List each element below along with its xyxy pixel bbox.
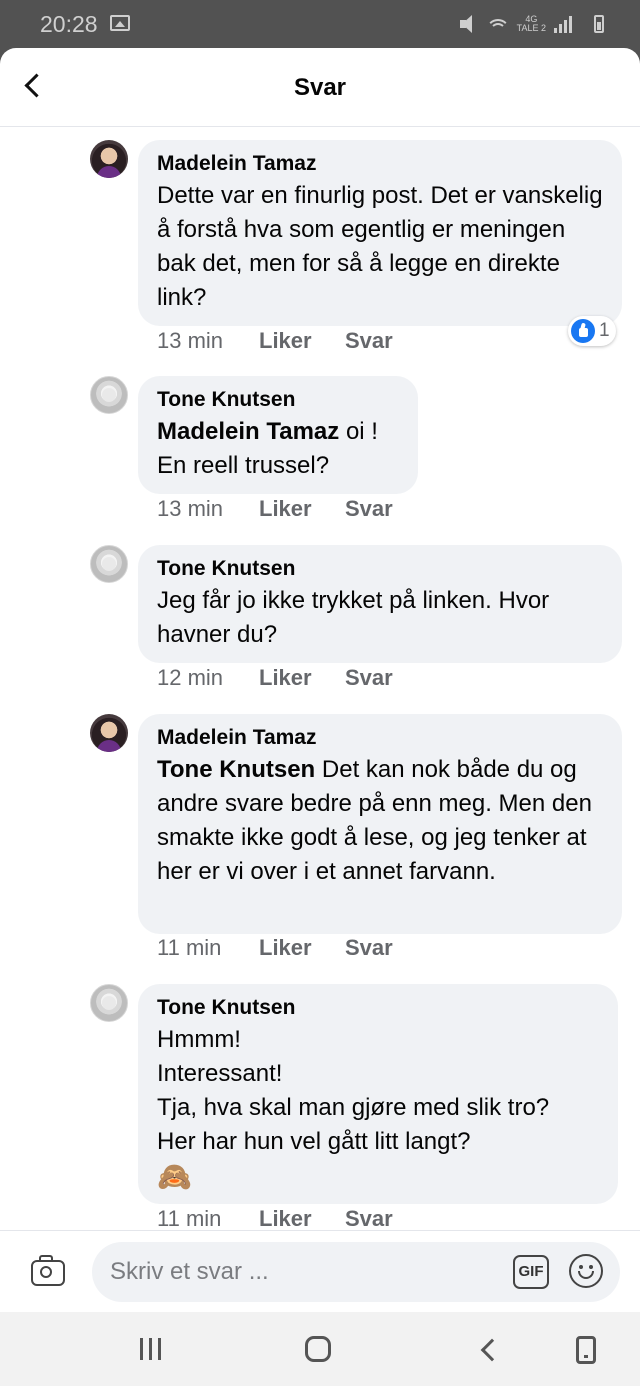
comment-text: Hmmm! Interessant! Tja, hva skal man gjø… bbox=[157, 1026, 550, 1155]
comment-text: Madelein Tamaz oi ! En reell trussel? bbox=[157, 415, 400, 483]
gallery-icon bbox=[110, 15, 130, 31]
see-no-evil-monkey-icon: 🙈 bbox=[157, 1161, 192, 1192]
comment-bubble[interactable]: Madelein Tamaz Tone Knutsen Det kan nok … bbox=[138, 714, 622, 934]
like-button[interactable]: Liker bbox=[259, 1206, 345, 1232]
reply-input[interactable]: Skriv et svar ... GIF bbox=[92, 1242, 620, 1302]
comment-actions: 13 min Liker Svar bbox=[157, 328, 393, 354]
camera-button[interactable] bbox=[30, 1250, 70, 1290]
like-button[interactable]: Liker bbox=[259, 496, 345, 522]
comment-bubble[interactable]: Tone Knutsen Jeg får jo ikke trykket på … bbox=[138, 545, 622, 663]
like-button[interactable]: Liker bbox=[259, 328, 345, 354]
comment-bubble[interactable]: Tone Knutsen Hmmm! Interessant! Tja, hva… bbox=[138, 984, 618, 1204]
comment-author[interactable]: Tone Knutsen bbox=[157, 996, 600, 1020]
avatar[interactable] bbox=[90, 714, 128, 752]
comment-author[interactable]: Tone Knutsen bbox=[157, 388, 400, 412]
comment-text: Jeg får jo ikke trykket på linken. Hvor … bbox=[157, 587, 550, 648]
comment-actions: 12 min Liker Svar bbox=[157, 665, 393, 691]
comment-text: Tone Knutsen Det kan nok både du og andr… bbox=[157, 753, 604, 889]
gif-button[interactable]: GIF bbox=[513, 1255, 549, 1289]
mute-icon bbox=[459, 15, 479, 33]
comment-mention[interactable]: Tone Knutsen bbox=[157, 756, 315, 783]
comment-time: 11 min bbox=[157, 1206, 222, 1231]
carrier-label: TALE 2 bbox=[516, 23, 546, 33]
comment-mention[interactable]: Madelein Tamaz bbox=[157, 418, 339, 445]
avatar[interactable] bbox=[90, 140, 128, 178]
emoji-button[interactable] bbox=[569, 1254, 603, 1288]
comment-author[interactable]: Madelein Tamaz bbox=[157, 152, 604, 176]
comment-text: Dette var en finurlig post. Det er vansk… bbox=[157, 182, 603, 311]
status-time: 20:28 bbox=[40, 11, 98, 37]
recents-button[interactable] bbox=[140, 1338, 164, 1360]
battery-icon bbox=[594, 15, 604, 33]
avatar[interactable] bbox=[90, 545, 128, 583]
comment-actions: 11 min Liker Svar bbox=[157, 935, 393, 961]
status-icons: 4G TALE 2 bbox=[459, 12, 604, 36]
comment-author[interactable]: Tone Knutsen bbox=[157, 557, 604, 581]
reply-button[interactable]: Svar bbox=[345, 328, 393, 354]
comment-actions: 11 min Liker Svar bbox=[157, 1206, 393, 1232]
header: Svar bbox=[0, 48, 640, 127]
avatar[interactable] bbox=[90, 376, 128, 414]
like-button[interactable]: Liker bbox=[259, 935, 345, 961]
reply-input-placeholder: Skriv et svar ... bbox=[110, 1258, 269, 1285]
comment-time: 13 min bbox=[157, 328, 224, 353]
reaction-badge[interactable]: 1 bbox=[568, 316, 616, 346]
reply-button[interactable]: Svar bbox=[345, 496, 393, 522]
reaction-count: 1 bbox=[599, 320, 610, 341]
like-reaction-icon bbox=[571, 319, 595, 343]
reply-composer: Skriv et svar ... GIF bbox=[0, 1230, 640, 1312]
keyboard-toggle-button[interactable] bbox=[576, 1336, 596, 1364]
comment-time: 11 min bbox=[157, 935, 222, 960]
comment-time: 13 min bbox=[157, 496, 224, 521]
camera-icon bbox=[39, 1255, 53, 1261]
reply-button[interactable]: Svar bbox=[345, 665, 393, 691]
network-indicator: 4G TALE 2 bbox=[517, 15, 546, 33]
comment-bubble[interactable]: Tone Knutsen Madelein Tamaz oi ! En reel… bbox=[138, 376, 418, 494]
signal-icon bbox=[554, 15, 576, 33]
avatar[interactable] bbox=[90, 984, 128, 1022]
home-button[interactable] bbox=[305, 1336, 331, 1362]
comment-actions: 13 min Liker Svar bbox=[157, 496, 393, 522]
system-nav-bar bbox=[0, 1312, 640, 1386]
page-title: Svar bbox=[293, 74, 347, 101]
comment-author[interactable]: Madelein Tamaz bbox=[157, 726, 604, 750]
wifi-icon bbox=[486, 15, 509, 33]
replies-sheet: Svar Madelein Tamaz Dette var en finurli… bbox=[0, 48, 640, 1312]
status-bar: 20:28 4G TALE 2 bbox=[0, 0, 640, 48]
comment-time: 12 min bbox=[157, 665, 224, 690]
reply-button[interactable]: Svar bbox=[345, 935, 393, 961]
system-back-button[interactable] bbox=[478, 1339, 498, 1359]
reply-button[interactable]: Svar bbox=[345, 1206, 393, 1232]
comment-bubble[interactable]: Madelein Tamaz Dette var en finurlig pos… bbox=[138, 140, 622, 326]
like-button[interactable]: Liker bbox=[259, 665, 345, 691]
